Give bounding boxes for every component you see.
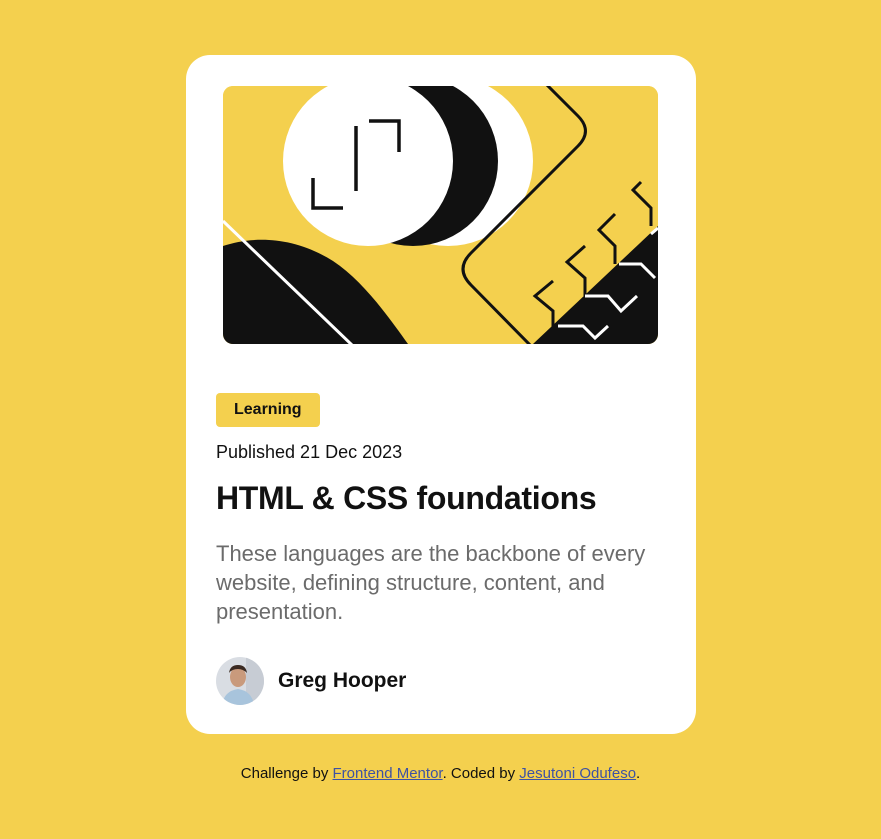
attribution-prefix: Challenge by: [240, 765, 333, 782]
category-tag[interactable]: Learning: [216, 393, 320, 427]
card-description: These languages are the backbone of ever…: [216, 541, 646, 624]
blog-preview-card: Learning Published 21 Dec 2023 HTML & CS…: [186, 55, 696, 734]
author-link[interactable]: Jesutoni Odufeso: [519, 765, 636, 782]
author-avatar: [216, 657, 264, 705]
attribution: Challenge by Frontend Mentor. Coded by J…: [0, 765, 881, 782]
author-block: Greg Hooper: [216, 657, 406, 705]
card-title[interactable]: HTML & CSS foundations: [216, 480, 597, 517]
author-name: Greg Hooper: [278, 669, 407, 692]
frontend-mentor-link[interactable]: Frontend Mentor: [333, 765, 443, 782]
hero-illustration: [223, 86, 658, 344]
attribution-middle: . Coded by: [442, 765, 520, 782]
attribution-suffix: .: [636, 765, 641, 782]
publish-date: Published 21 Dec 2023: [216, 442, 403, 462]
